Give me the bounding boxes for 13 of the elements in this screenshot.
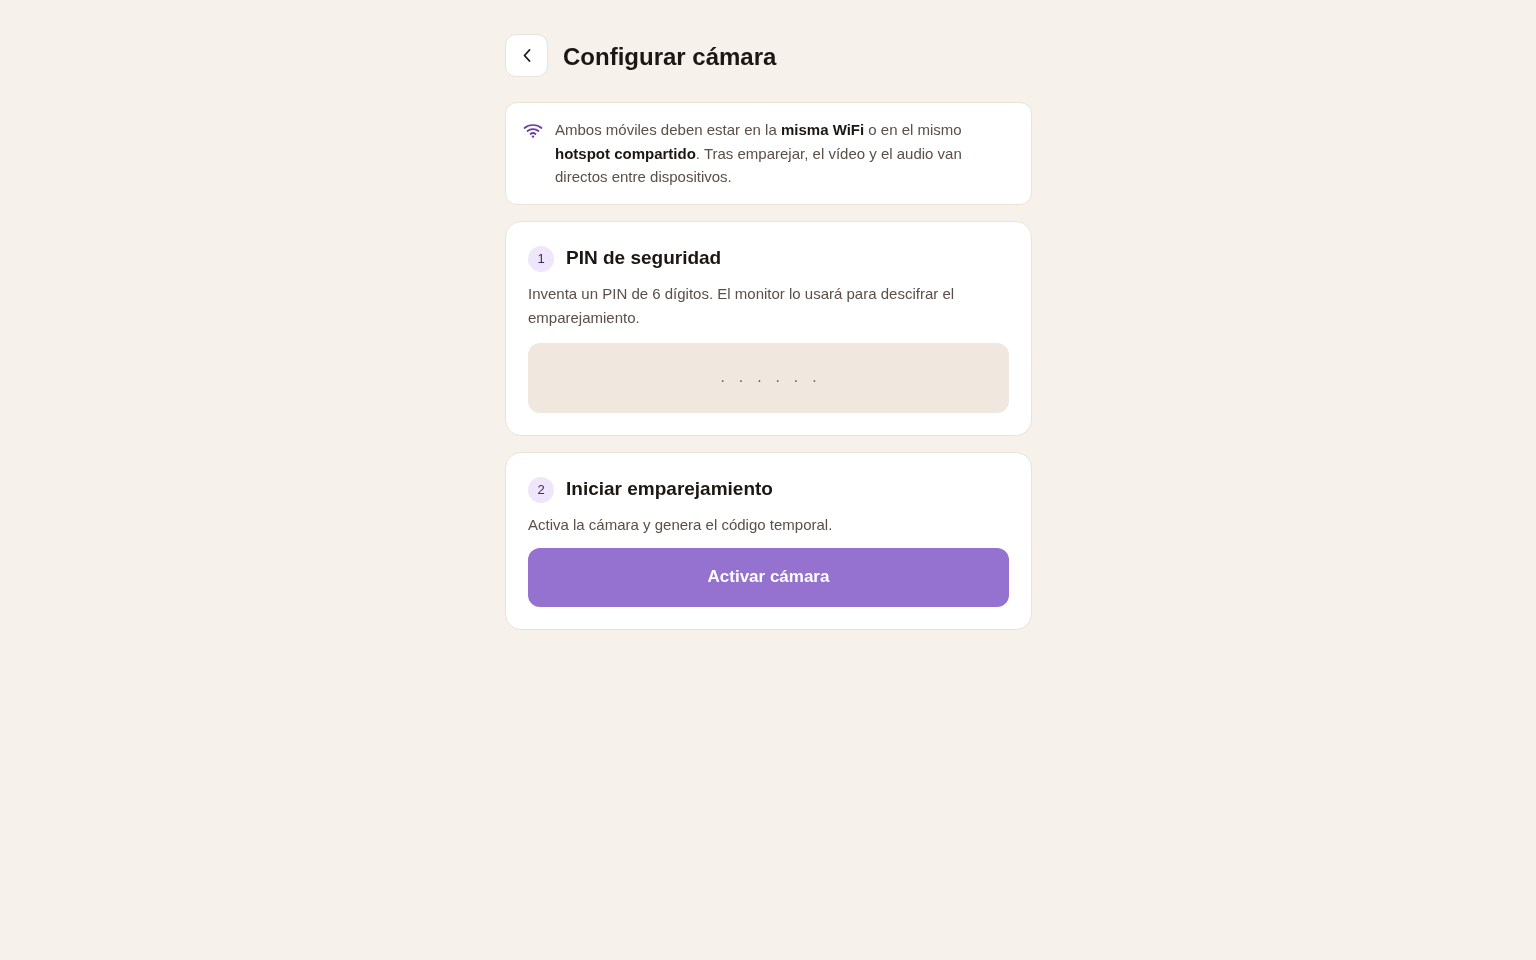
step-description: Inventa un PIN de 6 dígitos. El monitor lo usará para descifrar el emparejamiento. [528, 283, 956, 328]
chevron-left-icon [522, 49, 531, 62]
activate-camera-button[interactable]: Activar cámara [528, 547, 1009, 607]
step-description: Activa la cámara y genera el código temporal. [528, 514, 834, 535]
page-title: Configurar cámara [563, 42, 777, 71]
step-number: 2 [528, 476, 554, 503]
wifi-icon [523, 123, 543, 138]
step-number: 1 [528, 245, 554, 272]
pin-input-field[interactable]: ······ [528, 342, 1009, 413]
back-button[interactable] [505, 34, 548, 77]
step-title: Iniciar emparejamiento [566, 477, 773, 500]
step-title: PIN de seguridad [566, 246, 722, 269]
info-text: Ambos móviles deben estar en la misma WiFi o en el mismo hotspot compartido. Tras emparejar, el vídeo y el audio van directos entre dispositivos. [555, 120, 963, 187]
